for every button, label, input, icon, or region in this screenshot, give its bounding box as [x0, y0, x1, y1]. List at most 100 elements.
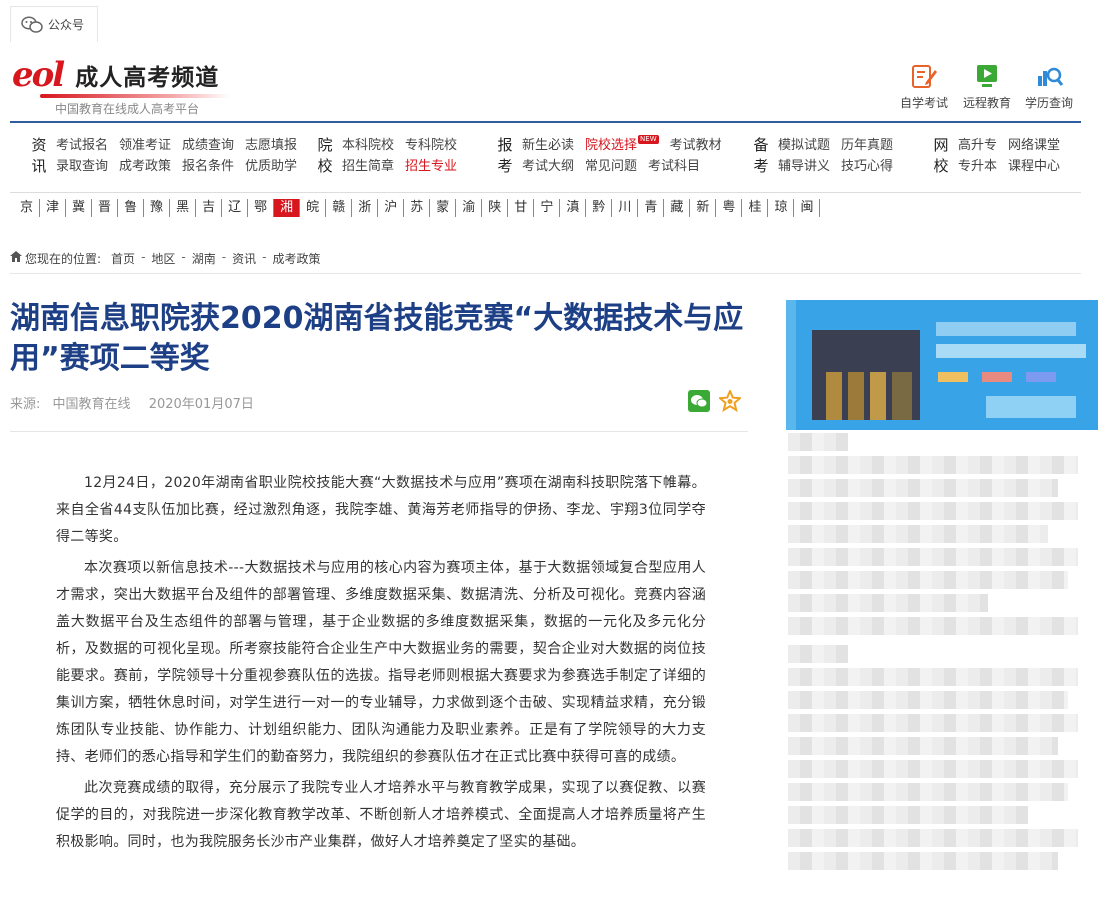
province-link[interactable]: 陕: [482, 199, 509, 217]
nav-link[interactable]: 报名条件: [182, 156, 234, 177]
nav-link[interactable]: 招生简章: [342, 156, 394, 177]
article-body: 12月24日，2020年湖南省职业院校技能大赛“大数据技术与应用”赛项在湖南科技…: [56, 470, 706, 860]
breadcrumb: 您现在的位置: 首页 - 地区 - 湖南 - 资讯 - 成考政策: [10, 250, 1081, 274]
province-link[interactable]: 甘: [508, 199, 535, 217]
nav-link[interactable]: 成绩查询: [182, 135, 234, 156]
nav-link[interactable]: 专科院校: [405, 135, 457, 156]
nav-link[interactable]: 专升本: [958, 156, 997, 177]
province-link[interactable]: 津: [40, 199, 67, 217]
logo-swoosh: [40, 94, 230, 98]
nav-link[interactable]: 志愿填报: [245, 135, 297, 156]
nav-link[interactable]: 辅导讲义: [778, 156, 830, 177]
nav-link[interactable]: 考试大纲: [522, 156, 574, 177]
province-link[interactable]: 豫: [144, 199, 171, 217]
province-link[interactable]: 京: [14, 199, 41, 217]
article-meta: 来源: 中国教育在线 2020年01月07日: [10, 393, 254, 412]
province-link[interactable]: 桂: [742, 199, 769, 217]
quick-link-label: 远程教育: [963, 96, 1012, 110]
nav-group-label: 网校: [933, 136, 949, 175]
wechat-label: 公众号: [48, 18, 85, 32]
province-link[interactable]: 黑: [170, 199, 197, 217]
breadcrumb-item[interactable]: 湖南: [192, 250, 216, 267]
nav-link[interactable]: 高升专: [958, 135, 997, 156]
province-link[interactable]: 蒙: [430, 199, 457, 217]
nav-link[interactable]: 录取查询: [56, 156, 108, 177]
province-link[interactable]: 冀: [66, 199, 93, 217]
nav-link[interactable]: 考试教材: [670, 135, 722, 156]
province-link[interactable]: 新: [690, 199, 717, 217]
nav-link[interactable]: 领准考证: [119, 135, 171, 156]
nav-link[interactable]: 优质助学: [245, 156, 297, 177]
province-link[interactable]: 苏: [404, 199, 431, 217]
search-chart-icon: [1038, 67, 1063, 86]
province-link[interactable]: 青: [638, 199, 665, 217]
nav-group-label: 备考: [753, 136, 769, 175]
nav-link[interactable]: 技巧心得: [841, 156, 893, 177]
province-link[interactable]: 藏: [664, 199, 691, 217]
wechat-official-account-tab[interactable]: 公众号: [10, 6, 98, 42]
province-link[interactable]: 宁: [534, 199, 561, 217]
breadcrumb-item[interactable]: 地区: [151, 250, 175, 267]
quick-link-self-study[interactable]: 自学考试: [900, 62, 948, 111]
sidebar-article-list: [788, 433, 1088, 875]
province-link[interactable]: 辽: [222, 199, 249, 217]
nav-link[interactable]: 考试科目: [648, 156, 700, 177]
quick-link-remote-education[interactable]: 远程教育: [963, 62, 1011, 111]
nav-link[interactable]: 模拟试题: [778, 135, 830, 156]
province-link[interactable]: 吉: [196, 199, 223, 217]
nav-link[interactable]: 网络课堂: [1008, 135, 1060, 156]
wechat-icon: [21, 15, 43, 33]
province-link[interactable]: 赣: [326, 199, 353, 217]
nav-link[interactable]: 课程中心: [1008, 156, 1060, 177]
province-link[interactable]: 粤: [716, 199, 743, 217]
breadcrumb-item[interactable]: 成考政策: [272, 250, 320, 267]
article-paragraph: 此次竞赛成绩的取得，充分展示了我院专业人才培养水平与教育教学成果，实现了以赛促教…: [56, 780, 706, 850]
nav-link[interactable]: 成考政策: [119, 156, 171, 177]
article-title: 湖南信息职院获2020湖南省技能竞赛“大数据技术与应用”赛项二等奖: [10, 301, 744, 376]
nav-group-label: 院校: [317, 136, 333, 175]
sidebar-ad-banner[interactable]: [786, 300, 1098, 430]
favorite-star-icon[interactable]: [719, 390, 741, 412]
nav-link[interactable]: 考试报名: [56, 135, 108, 156]
nav-group-news: 资讯 考试报名 领准考证 成绩查询 志愿填报 录取查询 成考政策 报名条件 优质…: [28, 135, 297, 177]
province-link[interactable]: 黔: [586, 199, 613, 217]
province-link[interactable]: 湘: [274, 199, 301, 217]
province-link[interactable]: 晋: [92, 199, 119, 217]
nav-link[interactable]: 新生必读: [522, 135, 574, 156]
new-badge: NEW: [638, 135, 659, 144]
province-link[interactable]: 沪: [378, 199, 405, 217]
province-link[interactable]: 川: [612, 199, 639, 217]
wechat-share-icon[interactable]: [688, 390, 710, 412]
nav-link-highlight[interactable]: 招生专业: [405, 156, 457, 177]
nav-group-registration: 报考 新生必读 院校选择 NEW 考试教材 考试大纲 常见问题 考试科目: [494, 135, 722, 177]
nav-group-schools: 院校 本科院校 专科院校 招生简章 招生专业: [314, 135, 457, 177]
quick-link-degree-query[interactable]: 学历查询: [1025, 62, 1073, 111]
video-play-icon: [977, 65, 997, 87]
province-link[interactable]: 鲁: [118, 199, 145, 217]
nav-link-highlight[interactable]: 院校选择 NEW: [585, 135, 659, 156]
nav-link[interactable]: 历年真题: [841, 135, 893, 156]
main-navigation: 资讯 考试报名 领准考证 成绩查询 志愿填报 录取查询 成考政策 报名条件 优质…: [10, 121, 1081, 193]
quick-link-label: 学历查询: [1025, 96, 1074, 110]
site-logo[interactable]: eol 成人高考频道: [12, 58, 219, 92]
eol-logo-mark: eol: [12, 55, 65, 95]
source-name: 中国教育在线: [52, 397, 131, 412]
quick-link-label: 自学考试: [900, 96, 949, 110]
article-paragraph: 本次赛项以新信息技术---大数据技术与应用的核心内容为赛项主体，基于大数据领域复…: [56, 560, 706, 765]
province-link[interactable]: 渝: [456, 199, 483, 217]
province-link[interactable]: 皖: [300, 199, 327, 217]
province-link[interactable]: 滇: [560, 199, 587, 217]
province-link[interactable]: 浙: [352, 199, 379, 217]
province-link[interactable]: 鄂: [248, 199, 275, 217]
nav-group-label: 报考: [497, 136, 513, 175]
nav-group-label: 资讯: [31, 136, 47, 175]
breadcrumb-item[interactable]: 首页: [111, 250, 135, 267]
province-link[interactable]: 琼: [768, 199, 795, 217]
nav-link[interactable]: 常见问题: [585, 156, 637, 177]
nav-link[interactable]: 本科院校: [342, 135, 394, 156]
breadcrumb-item[interactable]: 资讯: [232, 250, 256, 267]
province-bar: 京津冀晋鲁豫黑吉辽鄂湘皖赣浙沪苏蒙渝陕甘宁滇黔川青藏新粤桂琼闽: [14, 199, 821, 217]
home-icon: [10, 251, 22, 262]
province-link[interactable]: 闽: [794, 199, 821, 217]
breadcrumb-label: 您现在的位置:: [25, 252, 102, 266]
